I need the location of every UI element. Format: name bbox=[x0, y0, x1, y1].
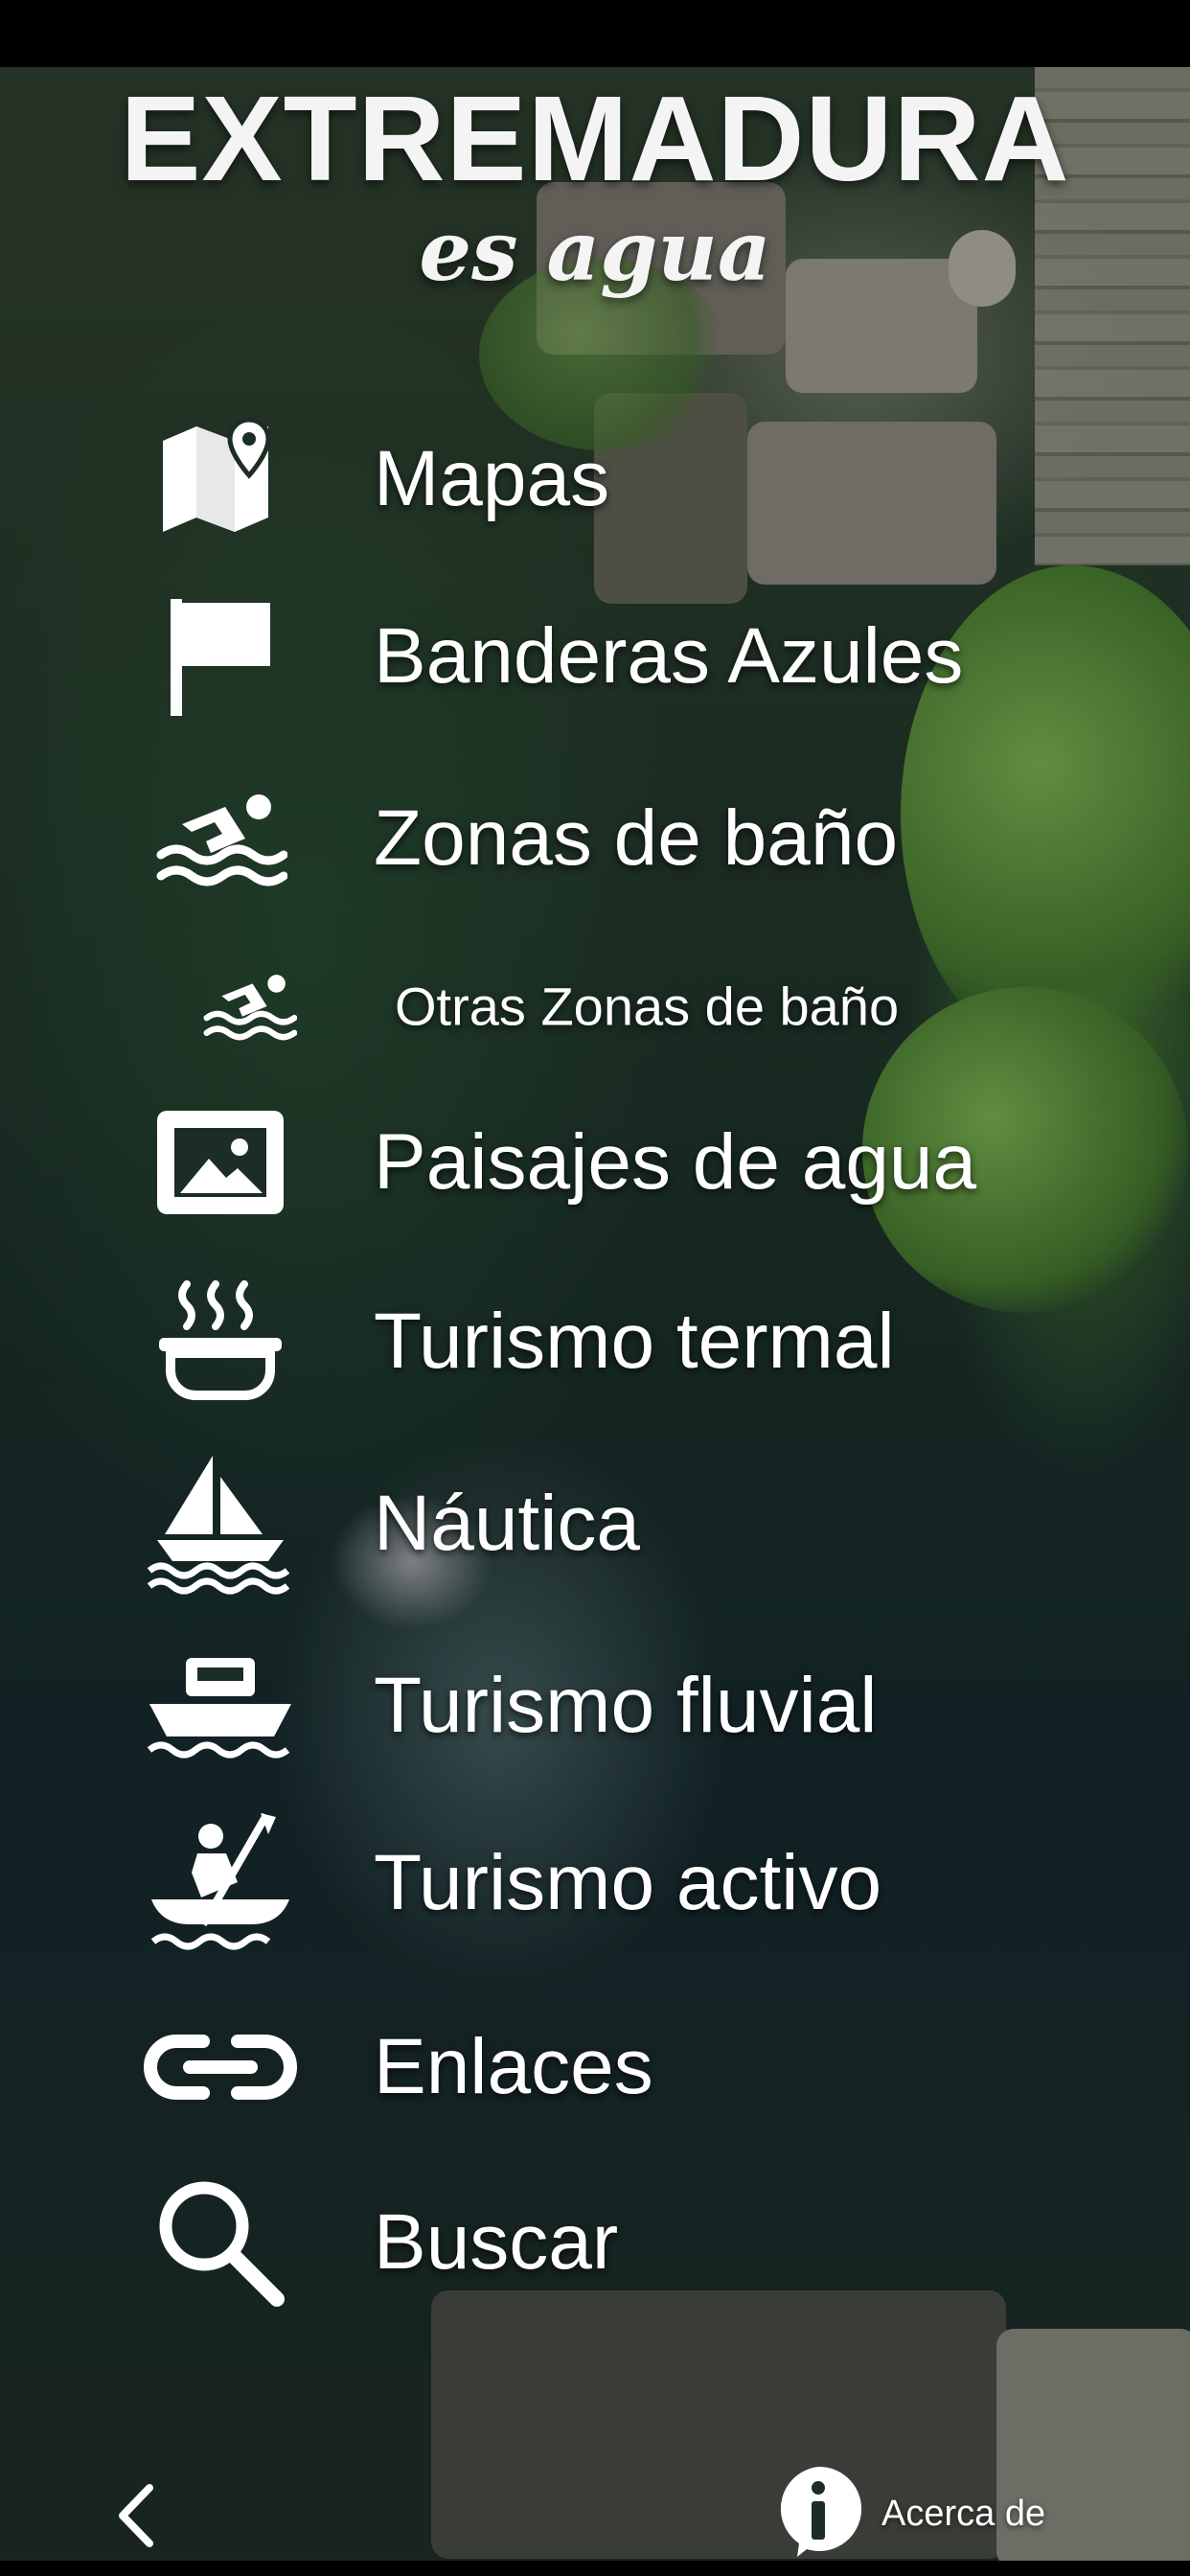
hot-bath-icon bbox=[144, 1280, 297, 1400]
landscape-image-icon bbox=[144, 1105, 297, 1220]
menu-item-label: Mapas bbox=[374, 435, 610, 522]
menu-item-banderas-azules[interactable]: Banderas Azules bbox=[125, 599, 1083, 716]
menu-item-label: Otras Zonas de baño bbox=[395, 976, 900, 1037]
menu-item-label: Enlaces bbox=[374, 2023, 653, 2110]
menu-item-label: Náutica bbox=[374, 1480, 641, 1567]
menu-item-label: Turismo activo bbox=[374, 1839, 882, 1926]
about-label: Acerca de bbox=[881, 2494, 1046, 2534]
menu-item-label: Banderas Azules bbox=[374, 612, 964, 700]
swimmer-small-icon bbox=[182, 949, 316, 1064]
map-pin-icon bbox=[144, 417, 297, 537]
menu-item-paisajes-de-agua[interactable]: Paisajes de agua bbox=[125, 1105, 1083, 1220]
menu-item-label: Zonas de baño bbox=[374, 794, 899, 882]
menu-item-nautica[interactable]: Náutica bbox=[125, 1456, 1083, 1595]
menu-item-enlaces[interactable]: Enlaces bbox=[125, 2010, 1083, 2125]
status-bar bbox=[0, 0, 1190, 67]
flag-icon bbox=[144, 599, 297, 716]
system-nav-bar bbox=[0, 2561, 1190, 2576]
menu-item-turismo-activo[interactable]: Turismo activo bbox=[125, 1812, 1083, 1950]
menu-item-label: Turismo termal bbox=[374, 1298, 895, 1385]
menu-item-buscar[interactable]: Buscar bbox=[125, 2181, 1083, 2307]
menu-item-turismo-fluvial[interactable]: Turismo fluvial bbox=[125, 1648, 1083, 1763]
menu-item-turismo-termal[interactable]: Turismo termal bbox=[125, 1280, 1083, 1400]
about-button[interactable]: Acerca de bbox=[774, 2463, 1081, 2559]
info-icon bbox=[780, 2466, 862, 2557]
app-title: EXTREMADURA bbox=[120, 71, 1070, 206]
back-button[interactable] bbox=[105, 2482, 172, 2549]
menu-item-label: Buscar bbox=[374, 2198, 619, 2286]
sailboat-icon bbox=[144, 1456, 297, 1595]
swimmer-icon bbox=[144, 781, 297, 896]
menu-item-zonas-de-bano[interactable]: Zonas de baño bbox=[125, 781, 1083, 896]
app-subtitle: es agua bbox=[419, 203, 771, 300]
kayak-icon bbox=[144, 1812, 297, 1950]
menu-item-label: Paisajes de agua bbox=[374, 1118, 977, 1206]
link-icon bbox=[144, 2010, 297, 2125]
menu-item-mapas[interactable]: Mapas bbox=[125, 417, 1083, 537]
menu-item-label: Turismo fluvial bbox=[374, 1662, 878, 1749]
chevron-left-icon bbox=[119, 2484, 153, 2547]
river-boat-icon bbox=[144, 1648, 297, 1763]
search-icon bbox=[144, 2181, 297, 2307]
menu-item-otras-zonas-de-bano[interactable]: Otras Zonas de baño bbox=[125, 949, 1083, 1064]
